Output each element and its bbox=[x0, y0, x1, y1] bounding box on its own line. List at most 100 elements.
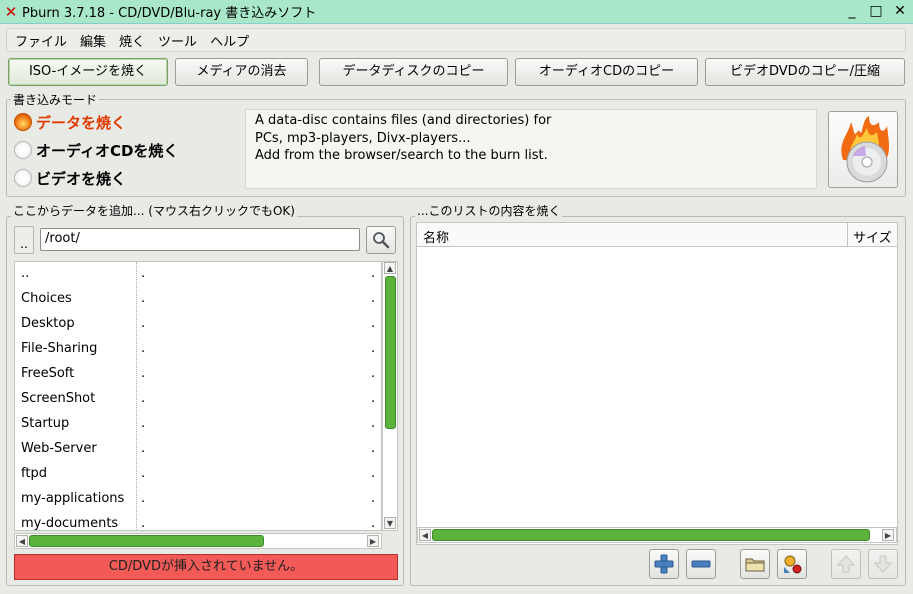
radio-burn-video-label: ビデオを焼く bbox=[36, 169, 127, 188]
file-name: my-documents bbox=[21, 516, 119, 531]
menu-tools[interactable]: ツール bbox=[158, 31, 197, 50]
radio-burn-data-label: データを焼く bbox=[36, 113, 127, 132]
scroll-left-icon[interactable]: ◀ bbox=[419, 529, 431, 541]
scroll-right-icon[interactable]: ▶ bbox=[367, 535, 379, 547]
file-info: . bbox=[371, 441, 376, 456]
scroll-up-icon[interactable]: ▲ bbox=[384, 262, 396, 274]
file-info: . bbox=[371, 341, 376, 356]
scroll-right-icon[interactable]: ▶ bbox=[882, 529, 894, 541]
copy-data-disc-button[interactable]: データディスクのコピー bbox=[319, 58, 508, 86]
burn-mode-label: 書き込みモード bbox=[11, 91, 100, 108]
menu-burn[interactable]: 焼く bbox=[119, 31, 145, 50]
file-name: Web-Server bbox=[21, 441, 97, 456]
disc-status-bar: CD/DVDが挿入されていません。 bbox=[14, 554, 398, 580]
file-info: . bbox=[141, 291, 146, 306]
file-info: . bbox=[371, 366, 376, 381]
file-info: . bbox=[141, 266, 146, 281]
remove-button[interactable] bbox=[686, 549, 716, 579]
file-info: . bbox=[141, 341, 146, 356]
radio-burn-audio-label: オーディオCDを焼く bbox=[36, 141, 179, 160]
list-item[interactable]: my-documents.. bbox=[15, 512, 381, 531]
description-line: Add from the browser/search to the burn … bbox=[255, 148, 548, 163]
minimize-button[interactable]: _ bbox=[845, 3, 859, 19]
menu-bar: ファイル 編集 焼く ツール ヘルプ bbox=[6, 28, 906, 52]
file-info: . bbox=[371, 516, 376, 531]
erase-media-button[interactable]: メディアの消去 bbox=[175, 58, 308, 86]
list-item[interactable]: Web-Server.. bbox=[15, 437, 381, 462]
search-button[interactable] bbox=[366, 226, 396, 254]
file-info: . bbox=[141, 391, 146, 406]
open-folder-button[interactable] bbox=[740, 549, 770, 579]
burn-list-label: ...このリストの内容を焼く bbox=[415, 202, 563, 219]
options-icon bbox=[784, 555, 802, 574]
radio-icon bbox=[14, 141, 32, 159]
minus-icon bbox=[691, 560, 711, 568]
column-name[interactable]: 名称 bbox=[423, 227, 449, 246]
file-list-hscrollbar[interactable]: ◀ ▶ bbox=[14, 533, 382, 549]
file-info: . bbox=[141, 416, 146, 431]
copy-video-dvd-button[interactable]: ビデオDVDのコピー/圧縮 bbox=[705, 58, 905, 86]
move-up-button[interactable] bbox=[831, 549, 861, 579]
file-info: . bbox=[141, 491, 146, 506]
list-item[interactable]: Choices.. bbox=[15, 287, 381, 312]
move-down-button[interactable] bbox=[868, 549, 898, 579]
radio-icon bbox=[14, 169, 32, 187]
file-info: . bbox=[371, 416, 376, 431]
folder-icon bbox=[745, 558, 765, 572]
file-list-vscrollbar[interactable]: ▲ ▼ bbox=[382, 261, 398, 531]
burn-list-hscrollbar[interactable]: ◀ ▶ bbox=[417, 527, 897, 543]
file-name: Desktop bbox=[21, 316, 75, 331]
scroll-down-icon[interactable]: ▼ bbox=[384, 517, 396, 529]
file-info: . bbox=[371, 316, 376, 331]
mode-description: A data-disc contains files (and director… bbox=[245, 109, 817, 189]
list-item[interactable]: Desktop.. bbox=[15, 312, 381, 337]
file-info: . bbox=[141, 441, 146, 456]
list-item[interactable]: ftpd.. bbox=[15, 462, 381, 487]
list-item[interactable]: FreeSoft.. bbox=[15, 362, 381, 387]
file-info: . bbox=[371, 466, 376, 481]
copy-audio-cd-button[interactable]: オーディオCDのコピー bbox=[515, 58, 698, 86]
radio-selected-icon bbox=[14, 113, 32, 131]
description-line: A data-disc contains files (and director… bbox=[255, 113, 552, 128]
list-item[interactable]: .... bbox=[15, 262, 381, 287]
radio-burn-video[interactable]: ビデオを焼く bbox=[14, 166, 214, 190]
scroll-left-icon[interactable]: ◀ bbox=[16, 535, 28, 547]
list-item[interactable]: File-Sharing.. bbox=[15, 337, 381, 362]
file-name: Choices bbox=[21, 291, 72, 306]
file-list[interactable]: .... Choices.. Desktop.. File-Sharing.. … bbox=[14, 261, 382, 531]
list-item[interactable]: Startup.. bbox=[15, 412, 381, 437]
parent-dir-button[interactable]: .. bbox=[14, 226, 34, 254]
menu-file[interactable]: ファイル bbox=[15, 31, 67, 50]
settings-button[interactable] bbox=[777, 549, 807, 579]
column-size[interactable]: サイズ bbox=[853, 227, 892, 246]
burn-list[interactable]: 名称 サイズ bbox=[416, 222, 898, 545]
window-title: Pburn 3.7.18 - CD/DVD/Blu-ray 書き込みソフト bbox=[22, 6, 317, 21]
file-name: .. bbox=[21, 266, 30, 281]
list-item[interactable]: ScreenShot.. bbox=[15, 387, 381, 412]
add-button[interactable] bbox=[649, 549, 679, 579]
menu-edit[interactable]: 編集 bbox=[80, 31, 106, 50]
path-input[interactable]: /root/ bbox=[40, 228, 360, 251]
burn-button[interactable] bbox=[828, 111, 898, 188]
menu-help[interactable]: ヘルプ bbox=[210, 31, 249, 50]
file-name: ftpd bbox=[21, 466, 47, 481]
description-line: PCs, mp3-players, Divx-players... bbox=[255, 130, 471, 146]
vscroll-thumb[interactable] bbox=[385, 276, 396, 429]
hscroll-thumb[interactable] bbox=[432, 529, 870, 541]
maximize-button[interactable]: □ bbox=[869, 3, 883, 19]
radio-burn-data[interactable]: データを焼く bbox=[14, 110, 214, 134]
file-info: . bbox=[141, 516, 146, 531]
list-item[interactable]: my-applications.. bbox=[15, 487, 381, 512]
radio-burn-audio[interactable]: オーディオCDを焼く bbox=[14, 138, 214, 162]
file-name: my-applications bbox=[21, 491, 125, 506]
file-name: File-Sharing bbox=[21, 341, 98, 356]
burning-disc-icon bbox=[841, 116, 889, 183]
plus-icon bbox=[654, 554, 674, 574]
title-bar: ✕ Pburn 3.7.18 - CD/DVD/Blu-ray 書き込みソフト … bbox=[0, 0, 913, 24]
close-button[interactable]: ✕ bbox=[893, 3, 907, 19]
file-name: Startup bbox=[21, 416, 70, 431]
hscroll-thumb[interactable] bbox=[29, 535, 264, 547]
file-info: . bbox=[141, 366, 146, 381]
burn-iso-button[interactable]: ISO-イメージを焼く bbox=[8, 58, 168, 86]
file-info: . bbox=[371, 266, 376, 281]
